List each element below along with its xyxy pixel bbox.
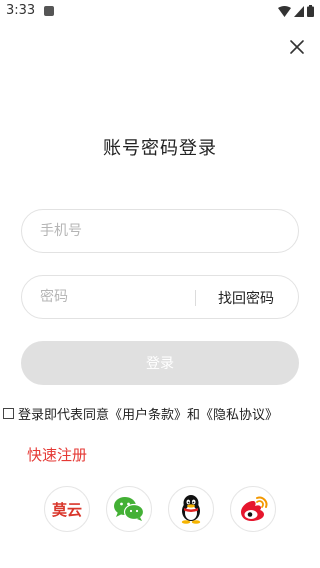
field-divider xyxy=(195,290,196,306)
weibo-icon xyxy=(241,496,268,521)
password-field[interactable]: 找回密码 xyxy=(21,275,299,319)
agreement-text[interactable]: 登录即代表同意《用户条款》和《隐私协议》 xyxy=(18,404,278,423)
phone-field[interactable] xyxy=(21,209,299,253)
wechat-icon xyxy=(114,497,145,521)
weibo-login-button[interactable] xyxy=(230,486,276,532)
phone-input[interactable] xyxy=(40,210,280,252)
close-icon[interactable] xyxy=(286,36,308,58)
mojiyun-logo-icon: 莫云 xyxy=(51,500,82,519)
wifi-icon xyxy=(278,5,291,17)
battery-icon xyxy=(307,5,314,17)
login-button[interactable]: 登录 xyxy=(21,341,299,385)
forgot-password-link[interactable]: 找回密码 xyxy=(218,288,274,308)
signal-icon xyxy=(294,5,304,17)
mojiyun-login-button[interactable]: 莫云 xyxy=(44,486,90,532)
page-title: 账号密码登录 xyxy=(103,138,217,159)
agreement-row: 登录即代表同意《用户条款》和《隐私协议》 xyxy=(3,404,278,423)
notification-icon xyxy=(44,6,54,16)
qq-icon xyxy=(181,495,201,524)
status-time: 3:33 xyxy=(6,3,36,18)
qq-login-button[interactable] xyxy=(168,486,214,532)
status-icons xyxy=(278,5,314,17)
password-input[interactable] xyxy=(40,276,190,318)
register-link[interactable]: 快速注册 xyxy=(27,444,87,465)
agreement-checkbox[interactable] xyxy=(3,408,14,419)
wechat-login-button[interactable] xyxy=(106,486,152,532)
status-bar: 3:33 xyxy=(0,0,320,24)
